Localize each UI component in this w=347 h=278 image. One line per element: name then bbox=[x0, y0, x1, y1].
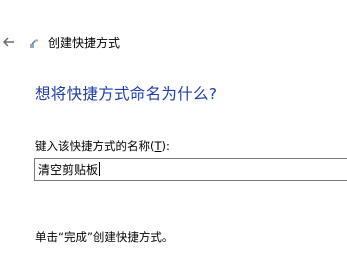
text-caret bbox=[99, 162, 101, 176]
shortcut-wizard-icon bbox=[30, 39, 38, 48]
shortcut-name-value: 清空剪贴板 bbox=[38, 162, 101, 178]
label-mnemonic: T bbox=[154, 139, 162, 153]
finish-hint-text: 单击“完成”创建快捷方式。 bbox=[35, 230, 174, 244]
create-shortcut-wizard: 创建快捷方式 想将快捷方式命名为什么? 键入该快捷方式的名称(T): 清空剪贴板… bbox=[0, 0, 347, 278]
wizard-title: 创建快捷方式 bbox=[48, 36, 121, 50]
shortcut-name-input[interactable]: 清空剪贴板 bbox=[34, 158, 347, 181]
back-button[interactable] bbox=[0, 33, 18, 51]
page-heading: 想将快捷方式命名为什么? bbox=[35, 85, 218, 103]
shortcut-name-label: 键入该快捷方式的名称(T): bbox=[35, 138, 170, 154]
label-text: 键入该快捷方式的名称( bbox=[35, 139, 155, 153]
label-suffix: ): bbox=[161, 139, 170, 153]
back-arrow-icon bbox=[2, 37, 14, 47]
shortcut-name-text: 清空剪贴板 bbox=[38, 163, 99, 177]
